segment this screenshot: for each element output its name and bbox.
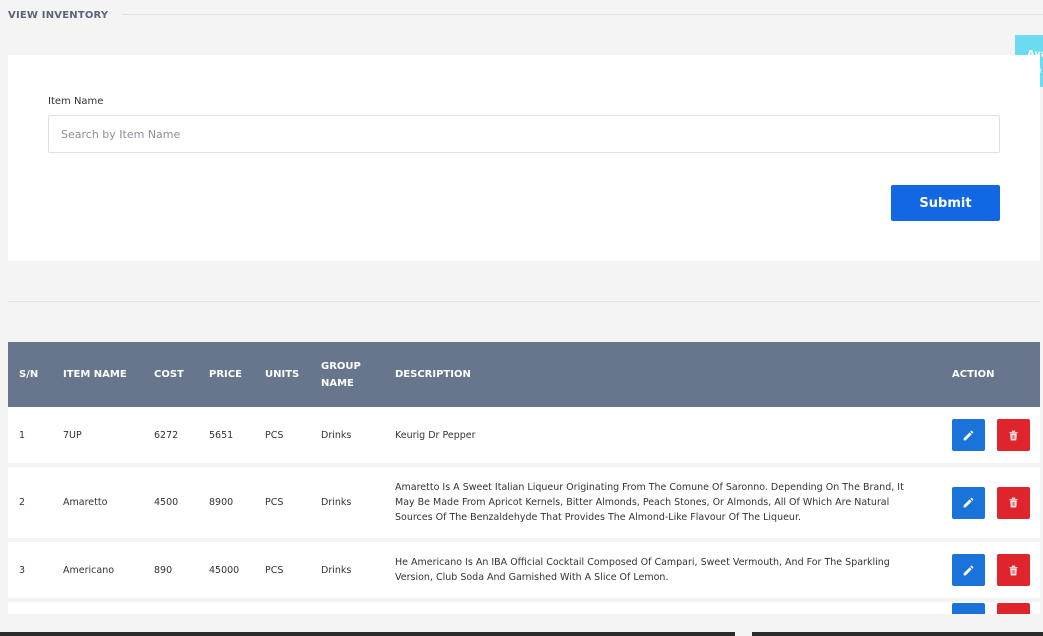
cell-units: PCS — [254, 407, 310, 467]
item-name-label: Item Name — [48, 96, 104, 107]
table-header-row: S/N ITEM NAME COST PRICE UNITS GROUP NAM… — [8, 342, 1040, 407]
table-row: 1 7UP 6272 5651 PCS Drinks Keurig Dr Pep… — [8, 407, 1040, 467]
header-cost: COST — [154, 369, 184, 380]
inventory-table: S/N ITEM NAME COST PRICE UNITS GROUP NAM… — [8, 342, 1040, 614]
cell-price: 45000 — [198, 540, 254, 602]
submit-button[interactable]: Submit — [891, 185, 1000, 221]
row-actions — [952, 554, 1040, 586]
cell-description: He Americano Is An IBA Official Cocktail… — [384, 540, 941, 602]
cell-action — [941, 407, 1040, 467]
item-name-search-input[interactable] — [48, 115, 1000, 153]
row-actions — [952, 419, 1040, 451]
trash-icon — [1009, 430, 1018, 440]
trash-icon — [1009, 497, 1018, 508]
pencil-icon — [963, 430, 974, 440]
cell-price: 5651 — [198, 407, 254, 467]
cell-units: PCS — [254, 540, 310, 602]
page-title-row: VIEW INVENTORY — [0, 4, 1043, 26]
cell-description: Amaretto Is A Sweet Italian Liqueur Orig… — [384, 465, 941, 542]
taskbar-segment — [752, 632, 1043, 636]
cell-description: Keurig Dr Pepper — [384, 407, 941, 467]
section-divider — [8, 301, 1040, 302]
cell-sn: 1 — [8, 407, 52, 467]
title-divider — [118, 14, 1043, 15]
edit-button[interactable] — [952, 603, 985, 614]
header-group-name: GROUP NAME — [321, 360, 361, 389]
table-row-partial — [8, 600, 1040, 614]
search-panel: Item Name Submit — [8, 55, 1040, 261]
cell-group-name: Drinks — [310, 407, 384, 467]
row-actions — [952, 486, 1040, 519]
cell-action — [941, 600, 1040, 614]
cell-cost: 6272 — [143, 407, 198, 467]
inventory-table-container[interactable]: S/N ITEM NAME COST PRICE UNITS GROUP NAM… — [8, 342, 1040, 614]
page-title: VIEW INVENTORY — [8, 10, 123, 21]
row-actions — [952, 603, 1040, 614]
header-description: DESCRIPTION — [395, 369, 471, 380]
cell-price: 8900 — [198, 465, 254, 542]
trash-icon — [1009, 565, 1018, 575]
pencil-icon — [963, 497, 974, 508]
header-price: PRICE — [209, 369, 242, 380]
edit-button[interactable] — [952, 419, 985, 451]
cell-group-name: Drinks — [310, 465, 384, 542]
header-action: ACTION — [952, 369, 995, 380]
cell-item-name: Americano — [52, 540, 143, 602]
cell-cost: 890 — [143, 540, 198, 602]
table-row: 2 Amaretto 4500 8900 PCS Drinks Amaretto… — [8, 465, 1040, 542]
delete-button[interactable] — [997, 486, 1030, 519]
cell-action — [941, 540, 1040, 602]
cell-action — [941, 465, 1040, 542]
cell-sn: 3 — [8, 540, 52, 602]
header-item-name: ITEM NAME — [63, 369, 127, 380]
taskbar-segment — [0, 632, 735, 636]
delete-button[interactable] — [997, 419, 1030, 451]
edit-button[interactable] — [952, 554, 985, 586]
header-sn: S/N — [19, 369, 39, 380]
cell-cost: 4500 — [143, 465, 198, 542]
cell-units: PCS — [254, 465, 310, 542]
cell-group-name: Drinks — [310, 540, 384, 602]
delete-button[interactable] — [997, 603, 1030, 614]
header-units: UNITS — [265, 369, 300, 380]
edit-button[interactable] — [952, 486, 985, 519]
cell-item-name: 7UP — [52, 407, 143, 467]
pencil-icon — [963, 565, 974, 575]
cell-item-name: Amaretto — [52, 465, 143, 542]
delete-button[interactable] — [997, 554, 1030, 586]
table-row: 3 Americano 890 45000 PCS Drinks He Amer… — [8, 540, 1040, 602]
cell-sn: 2 — [8, 465, 52, 542]
